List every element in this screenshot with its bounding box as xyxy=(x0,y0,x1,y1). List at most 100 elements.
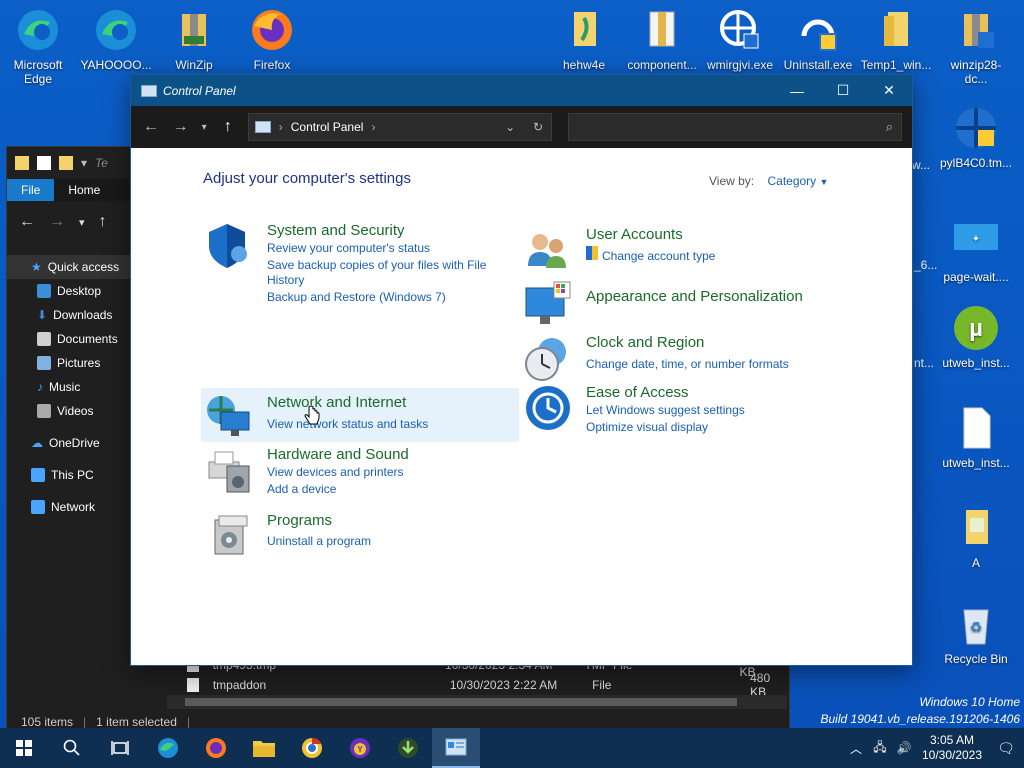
forward-arrow-icon[interactable]: → xyxy=(171,118,191,136)
address-bar[interactable]: › Control Panel › ⌄ ↻ xyxy=(247,113,553,141)
category-link[interactable]: Change date, time, or number formats xyxy=(586,357,789,372)
printer-icon xyxy=(205,446,253,494)
category-link[interactable]: Add a device xyxy=(267,482,336,497)
category-link[interactable]: Uninstall a program xyxy=(267,534,371,549)
notification-icon[interactable]: 🗨 xyxy=(988,740,1024,757)
desktop-icon-temp1[interactable]: Temp1_win... xyxy=(860,6,932,72)
category-link[interactable]: History xyxy=(267,273,304,288)
show-hidden-icons-chevron-icon[interactable]: ︿ xyxy=(844,740,868,757)
recent-locations-chevron-icon[interactable]: ▾ xyxy=(200,122,208,133)
close-button[interactable]: ✕ xyxy=(866,75,912,106)
category-link[interactable]: View devices and printers xyxy=(267,465,404,480)
window-titlebar[interactable]: Control Panel — ☐ ✕ xyxy=(131,75,912,106)
breadcrumb-separator-icon[interactable]: › xyxy=(371,120,375,134)
breadcrumb[interactable]: Control Panel xyxy=(291,120,364,134)
taskbar-edge[interactable] xyxy=(144,728,192,768)
video-icon xyxy=(37,404,51,418)
desktop-icon-wmirgjvi[interactable]: wmirgjvi.exe xyxy=(704,6,776,72)
minimize-button[interactable]: — xyxy=(774,75,820,106)
address-dropdown-icon[interactable]: ⌄ xyxy=(505,120,515,134)
properties-icon[interactable] xyxy=(37,156,51,170)
taskbar-torrent-app[interactable] xyxy=(384,728,432,768)
volume-icon[interactable]: 🔊 xyxy=(892,741,916,755)
forward-arrow-icon[interactable]: → xyxy=(49,213,65,231)
sidebar-item-network[interactable]: Network xyxy=(7,495,131,519)
desktop-icon-edge[interactable]: Microsoft Edge xyxy=(2,6,74,86)
category-title[interactable]: Network and Internet xyxy=(267,394,406,411)
desktop-icon-utweb-2[interactable]: utweb_inst... xyxy=(940,404,1012,470)
network-icon xyxy=(31,500,45,514)
search-icon[interactable]: ⌕ xyxy=(886,119,893,135)
desktop-icon-recycle-bin[interactable]: ♻ Recycle Bin xyxy=(940,600,1012,666)
up-arrow-icon[interactable]: ↑ xyxy=(218,118,238,136)
desktop-icon-uninstall[interactable]: Uninstall.exe xyxy=(782,6,854,72)
category-link[interactable]: Review your computer's status xyxy=(267,241,430,256)
view-by-dropdown[interactable]: Category xyxy=(767,174,816,188)
scrollbar-thumb[interactable] xyxy=(185,698,737,706)
clock[interactable]: 3:05 AM 10/30/2023 xyxy=(916,733,988,763)
category-title[interactable]: Hardware and Sound xyxy=(267,446,409,463)
taskbar-control-panel[interactable] xyxy=(432,728,480,768)
desktop-icon-page-wait[interactable]: ✦ page-wait.... xyxy=(940,218,1012,284)
table-row[interactable]: tmpaddon 10/30/2023 2:22 AM File 480 KB xyxy=(167,671,789,699)
chevron-down-icon[interactable]: ▼ xyxy=(820,177,829,187)
sidebar-item-desktop[interactable]: Desktop xyxy=(7,279,131,303)
new-folder-icon[interactable] xyxy=(59,156,73,170)
edge-icon xyxy=(14,6,62,54)
zip-archive-icon xyxy=(638,6,686,54)
tab-file[interactable]: File xyxy=(7,179,55,201)
desktop-icon-label: page-wait.... xyxy=(943,270,1009,284)
sidebar-item-music[interactable]: ♪ Music xyxy=(7,375,131,399)
sidebar-item-videos[interactable]: Videos xyxy=(7,399,131,423)
sidebar-item-onedrive[interactable]: ☁ OneDrive xyxy=(7,431,131,455)
up-arrow-icon[interactable]: ↑ xyxy=(99,213,107,231)
desktop-icon-a[interactable]: A xyxy=(940,504,1012,570)
network-tray-icon[interactable]: 🖧 xyxy=(868,738,892,759)
start-button[interactable] xyxy=(0,728,48,768)
maximize-button[interactable]: ☐ xyxy=(820,75,866,106)
desktop-icon-yahoo[interactable]: YAHOOOO... xyxy=(80,6,152,72)
sidebar-item-downloads[interactable]: ⬇ Downloads xyxy=(7,303,131,327)
refresh-icon[interactable]: ↻ xyxy=(533,120,543,134)
control-panel-window[interactable]: Control Panel — ☐ ✕ ← → ▾ ↑ › Control Pa… xyxy=(130,74,913,666)
desktop-icon-component[interactable]: component... xyxy=(626,6,698,72)
category-link[interactable]: Save backup copies of your files with Fi… xyxy=(267,258,486,273)
search-input[interactable]: ⌕ xyxy=(568,113,902,141)
category-link[interactable]: View network status and tasks xyxy=(267,417,428,432)
sidebar-item-documents[interactable]: Documents xyxy=(7,327,131,351)
sidebar-item-pictures[interactable]: Pictures xyxy=(7,351,131,375)
category-title[interactable]: Programs xyxy=(267,512,332,529)
horizontal-scrollbar[interactable] xyxy=(167,695,787,709)
desktop-icon-winzip[interactable]: WinZip xyxy=(158,6,230,72)
search-icon xyxy=(63,739,80,756)
category-link[interactable]: Optimize visual display xyxy=(586,420,708,435)
desktop-icon-utweb-1[interactable]: µ utweb_inst... xyxy=(940,304,1012,370)
desktop-icon-winzip28[interactable]: winzip28-dc... xyxy=(940,6,1012,86)
taskbar-yahoo-app[interactable]: Y xyxy=(336,728,384,768)
category-title[interactable]: System and Security xyxy=(267,222,405,239)
back-arrow-icon[interactable]: ← xyxy=(19,213,35,231)
breadcrumb-separator-icon[interactable]: › xyxy=(279,120,283,134)
taskbar-chrome-like[interactable] xyxy=(288,728,336,768)
desktop-icon-firefox[interactable]: Firefox xyxy=(236,6,308,72)
desktop-icon-hehw4e[interactable]: hehw4e xyxy=(548,6,620,72)
task-view-button[interactable] xyxy=(96,728,144,768)
chevron-down-icon[interactable]: ▾ xyxy=(81,156,87,170)
sidebar-item-quick-access[interactable]: ★ Quick access xyxy=(7,255,131,279)
desktop-icon-pylb4c0[interactable]: pylB4C0.tm... xyxy=(940,104,1012,170)
category-title[interactable]: Ease of Access xyxy=(586,384,689,401)
clock-time: 3:05 AM xyxy=(929,733,975,747)
chevron-down-icon[interactable]: ▾ xyxy=(79,216,85,229)
category-title[interactable]: Clock and Region xyxy=(586,334,704,351)
back-arrow-icon[interactable]: ← xyxy=(141,118,161,136)
taskbar-firefox[interactable] xyxy=(192,728,240,768)
category-title[interactable]: Appearance and Personalization xyxy=(586,288,803,305)
category-link[interactable]: Let Windows suggest settings xyxy=(586,403,745,418)
category-link[interactable]: Change account type xyxy=(602,249,715,264)
category-link[interactable]: Backup and Restore (Windows 7) xyxy=(267,290,446,305)
sidebar-item-this-pc[interactable]: This PC xyxy=(7,463,131,487)
taskbar-file-explorer[interactable] xyxy=(240,728,288,768)
category-title[interactable]: User Accounts xyxy=(586,226,683,243)
tab-home[interactable]: Home xyxy=(54,179,114,201)
search-button[interactable] xyxy=(48,728,96,768)
